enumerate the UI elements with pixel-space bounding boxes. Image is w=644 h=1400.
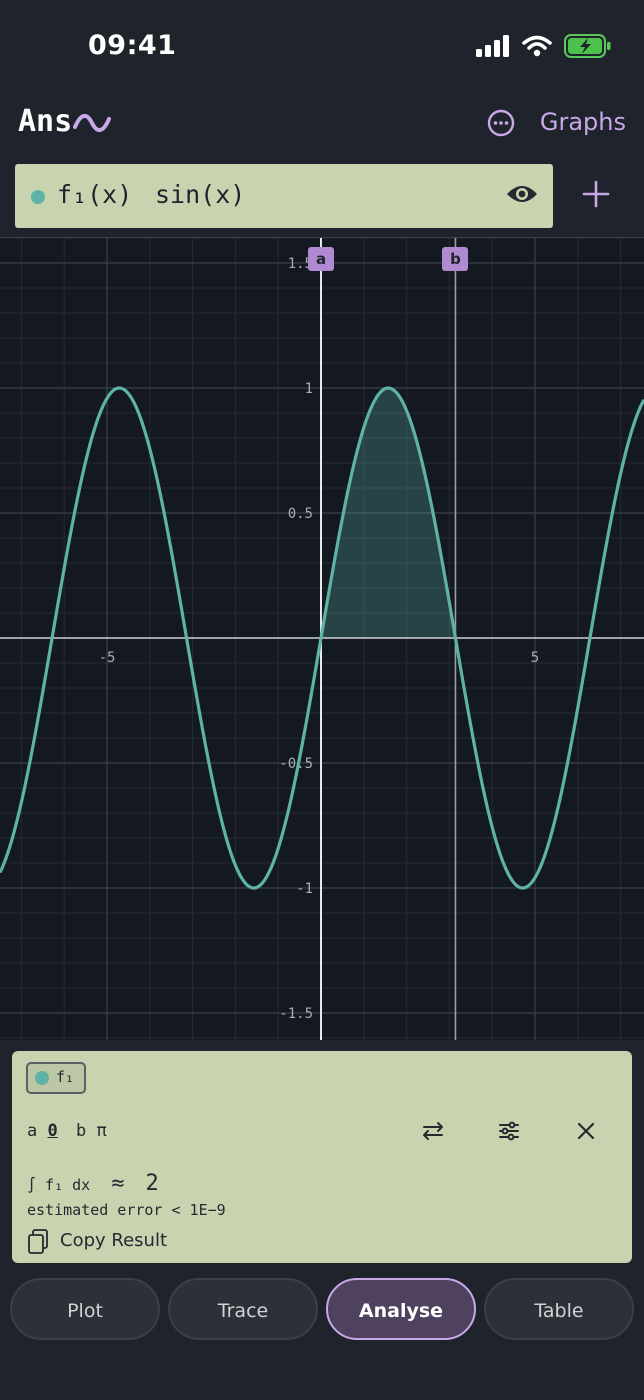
copy-icon[interactable] bbox=[27, 1229, 49, 1255]
bound-marker-a[interactable]: a bbox=[308, 247, 334, 271]
x-tick-label: -5 bbox=[99, 650, 116, 666]
mode-tab-bar: Plot Trace Analyse Table bbox=[0, 1278, 644, 1344]
bound-b-value[interactable]: π bbox=[97, 1121, 107, 1141]
status-icons bbox=[476, 34, 612, 58]
graphs-link[interactable]: Graphs bbox=[540, 108, 626, 136]
app-header: Ans Graphs bbox=[0, 96, 644, 156]
more-options-icon[interactable] bbox=[486, 108, 516, 138]
graph-canvas[interactable]: -5 5 1.5 1 0.5 -0.5 -1 -1.5 a b bbox=[0, 237, 644, 1040]
add-function-button[interactable] bbox=[580, 178, 612, 210]
tab-plot[interactable]: Plot bbox=[10, 1278, 160, 1340]
function-chip[interactable]: f₁ bbox=[26, 1062, 86, 1094]
tab-table[interactable]: Table bbox=[484, 1278, 634, 1340]
bounds-row: a 0 b π bbox=[27, 1121, 107, 1141]
error-estimate: estimated error < 1E−9 bbox=[27, 1201, 226, 1219]
plot-svg[interactable]: -5 51.510.5-0.5-1-1.5 bbox=[0, 238, 644, 1040]
y-tick-label: -1.5 bbox=[279, 1006, 313, 1022]
bound-b-label: b bbox=[76, 1121, 87, 1141]
tab-trace[interactable]: Trace bbox=[168, 1278, 318, 1340]
integral-result: 2 bbox=[145, 1171, 159, 1196]
copy-result-button[interactable]: Copy Result bbox=[60, 1230, 167, 1251]
y-tick-label: -1 bbox=[296, 881, 313, 897]
bound-marker-b[interactable]: b bbox=[442, 247, 469, 271]
x-tick-label: 5 bbox=[531, 650, 539, 666]
settings-sliders-icon[interactable] bbox=[497, 1119, 521, 1143]
function-row[interactable]: f₁(x) sin(x) bbox=[15, 164, 553, 228]
chip-color-dot bbox=[35, 1071, 49, 1085]
status-time: 09:41 bbox=[88, 30, 177, 61]
function-label: f₁(x) bbox=[57, 180, 133, 209]
bound-a-label: a bbox=[27, 1121, 38, 1141]
eye-icon[interactable] bbox=[505, 182, 539, 206]
integral-line: ∫ f₁ dx ≈ 2 bbox=[27, 1171, 159, 1196]
status-bar: 09:41 bbox=[0, 0, 644, 96]
tab-analyse[interactable]: Analyse bbox=[326, 1278, 476, 1340]
analysis-panel: f₁ a 0 b π ∫ f₁ dx ≈ 2 estimated error <… bbox=[12, 1051, 632, 1263]
integral-label: ∫ f₁ dx bbox=[27, 1176, 91, 1194]
chip-label: f₁ bbox=[56, 1068, 75, 1086]
y-tick-label: 0.5 bbox=[288, 506, 313, 522]
swap-icon[interactable] bbox=[420, 1119, 446, 1143]
bound-a-value[interactable]: 0 bbox=[48, 1121, 58, 1141]
battery-icon bbox=[564, 34, 611, 58]
approx-symbol: ≈ bbox=[111, 1171, 125, 1196]
function-expression[interactable]: sin(x) bbox=[155, 180, 245, 209]
wifi-icon bbox=[522, 35, 552, 57]
y-tick-label: 1 bbox=[305, 381, 313, 397]
wave-icon bbox=[73, 114, 111, 132]
function-color-dot bbox=[31, 190, 45, 204]
y-tick-label: -0.5 bbox=[279, 756, 313, 772]
close-icon[interactable] bbox=[574, 1119, 598, 1143]
signal-icon bbox=[476, 35, 509, 57]
app-title: Ans bbox=[18, 104, 73, 139]
